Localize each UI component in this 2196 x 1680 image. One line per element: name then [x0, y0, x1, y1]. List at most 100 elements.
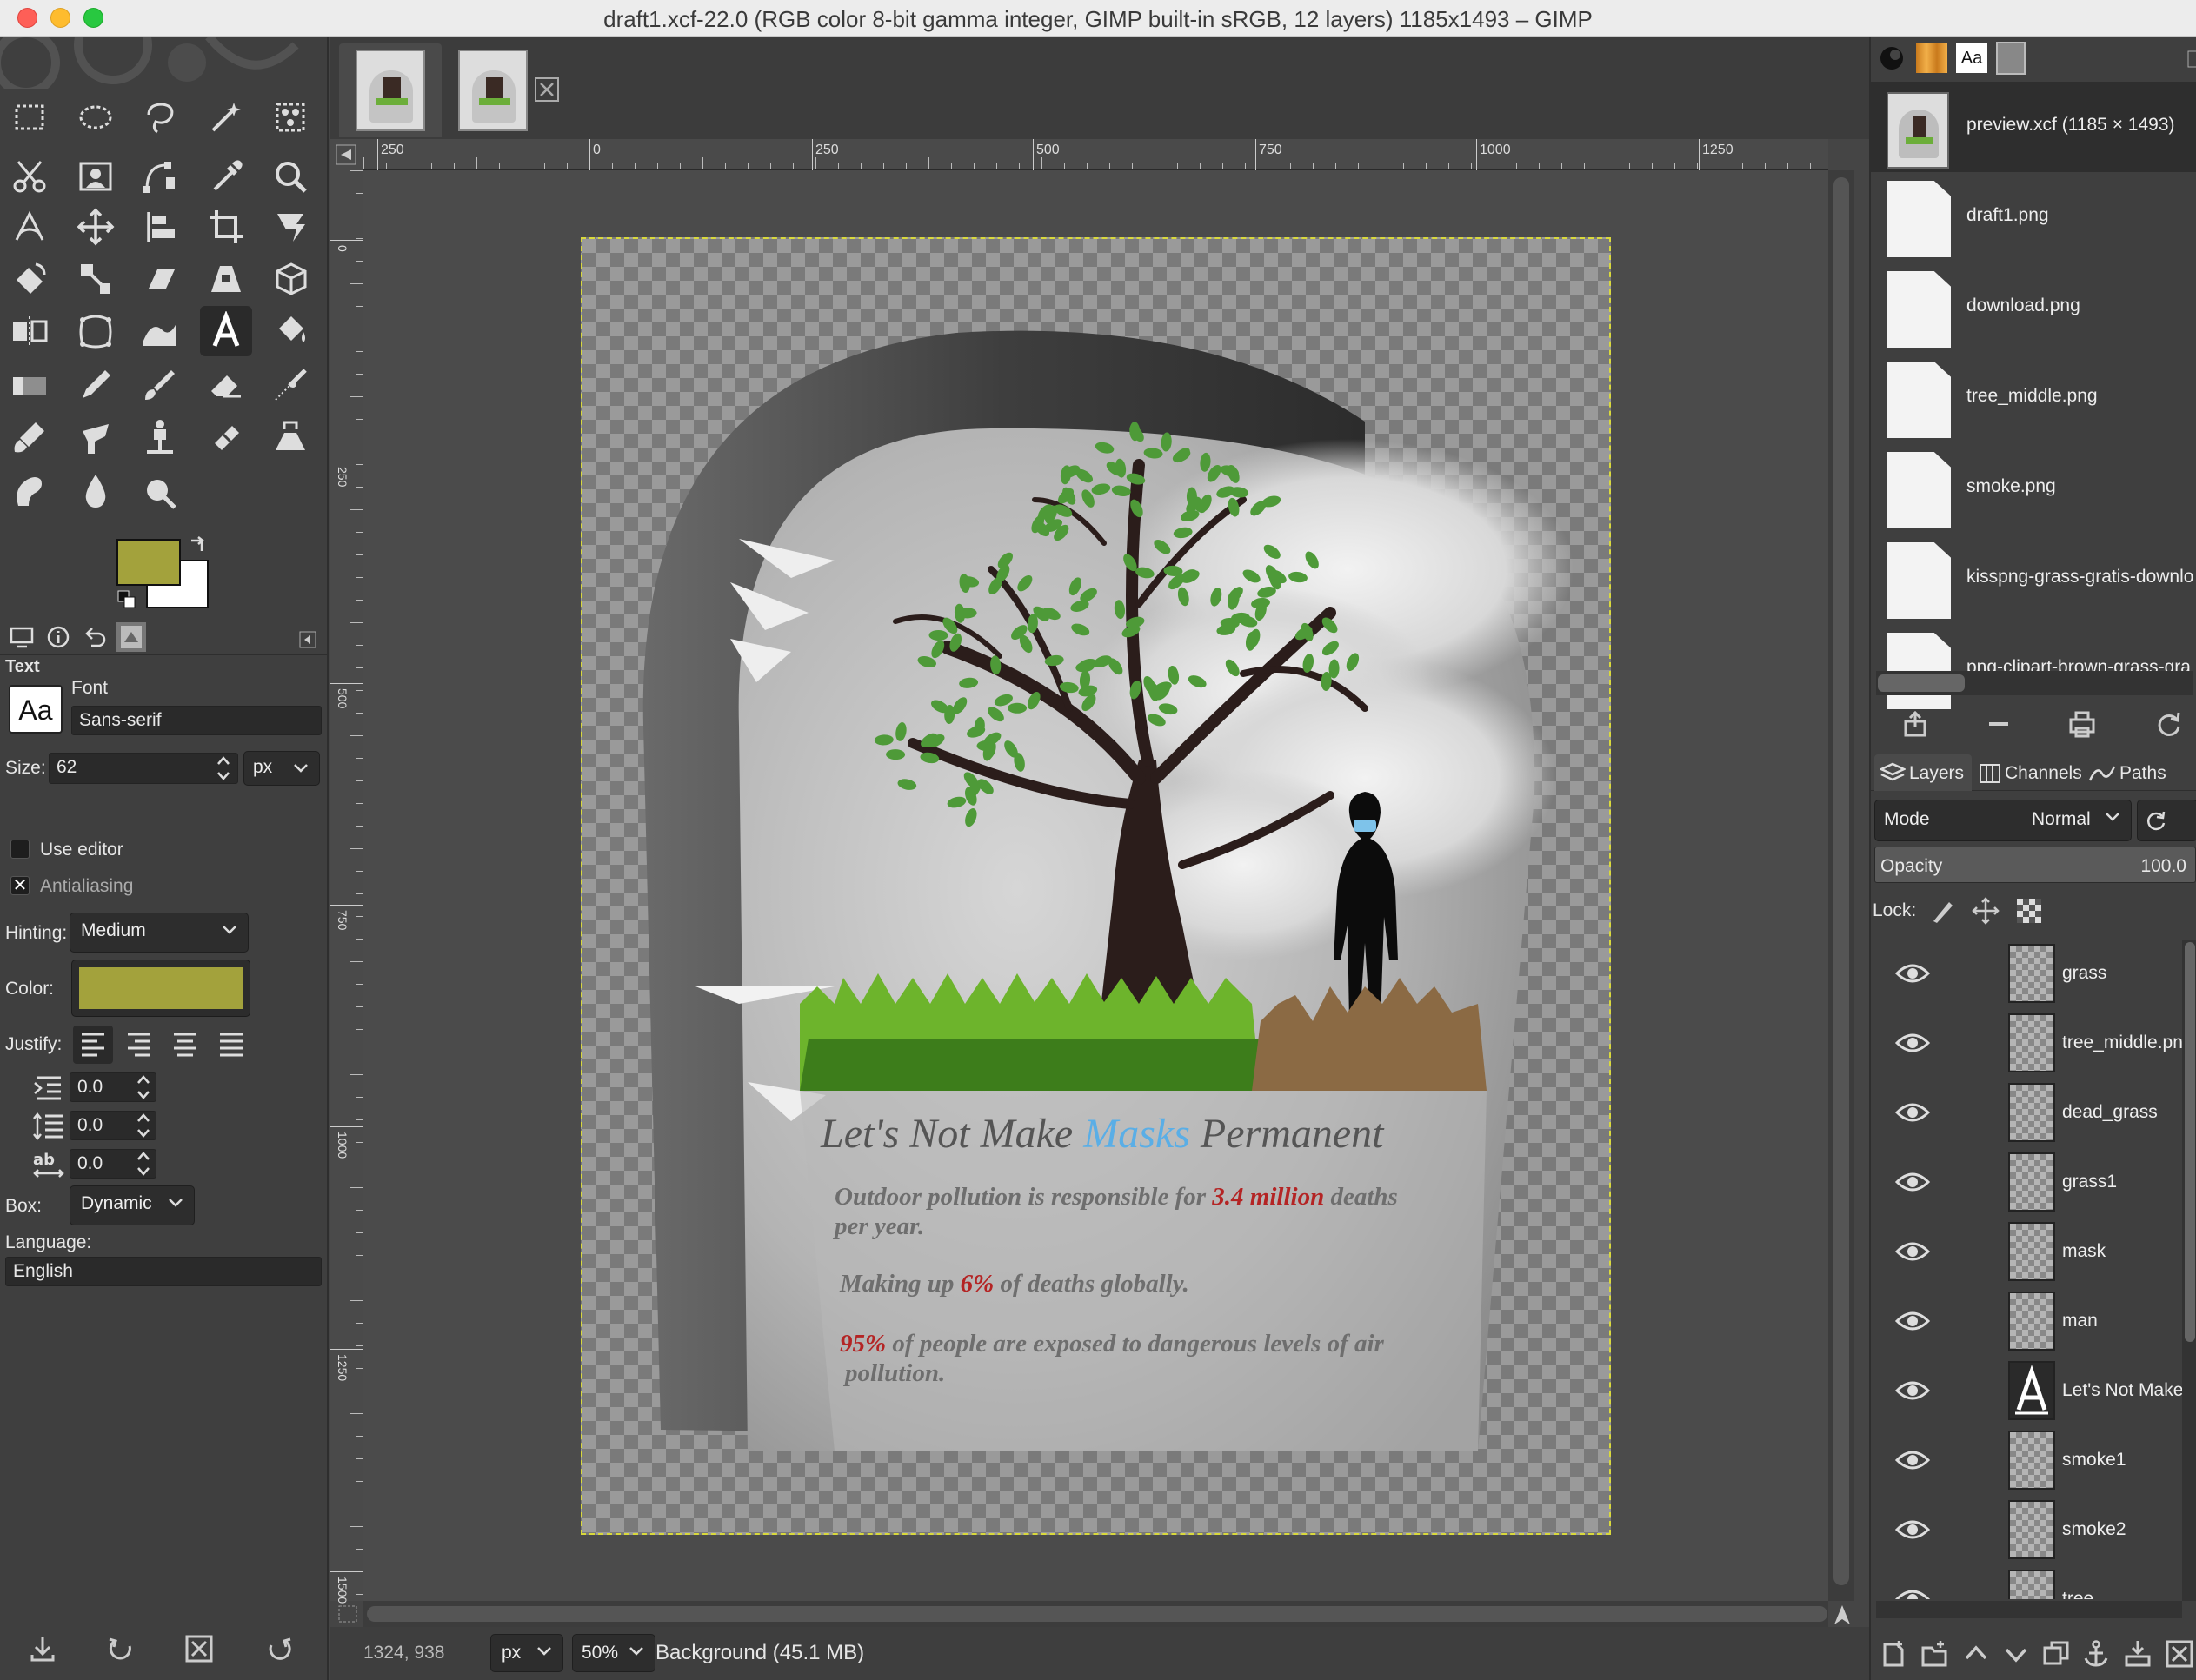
poster-paragraph-2[interactable]: Making up 6% of deaths globally. — [840, 1270, 1189, 1298]
tool-pencil-button[interactable] — [70, 360, 122, 410]
zoom-select[interactable]: 50% — [572, 1634, 655, 1672]
images-list-scrollbar[interactable] — [1876, 671, 2193, 695]
tool-text-button[interactable] — [200, 306, 252, 356]
tool-move-button[interactable] — [70, 202, 122, 252]
composite-mode-select[interactable] — [2137, 800, 2196, 841]
images-list-item[interactable]: tree_middle.png — [1871, 353, 2196, 443]
language-field[interactable]: English — [5, 1257, 322, 1286]
tool-3d-transform-button[interactable] — [264, 254, 316, 304]
images-list-item[interactable]: kisspng-grass-gratis-downlo — [1871, 534, 2196, 624]
letter-spacing-spinner[interactable] — [136, 1148, 151, 1179]
tab-brushes[interactable] — [1876, 43, 1907, 73]
text-color-button[interactable] — [71, 960, 250, 1017]
ruler-corner[interactable] — [330, 139, 363, 170]
tool-rect-select-button[interactable] — [3, 92, 56, 143]
tool-ink-button[interactable] — [3, 412, 56, 462]
justify-left-button[interactable] — [73, 1026, 113, 1064]
navigate-icon[interactable] — [1831, 1604, 1853, 1626]
tool-paintbrush-button[interactable] — [134, 360, 186, 410]
tab-undo-history[interactable] — [77, 622, 113, 652]
new-layer-button[interactable] — [1880, 1639, 1909, 1673]
lock-position-icon[interactable] — [1972, 897, 2000, 925]
dock-menu-icon[interactable] — [2187, 50, 2196, 68]
tool-heal-button[interactable] — [200, 412, 252, 462]
horizontal-scrollbar[interactable] — [363, 1601, 1828, 1627]
image-tab-preview[interactable] — [339, 43, 442, 137]
tool-free-select-button[interactable] — [134, 92, 186, 143]
images-list-scroll-thumb[interactable] — [1878, 674, 1965, 692]
tab-paths[interactable]: Paths — [2085, 754, 2189, 791]
tool-scale-button[interactable] — [70, 254, 122, 304]
justify-center-button[interactable] — [165, 1026, 205, 1064]
tool-align-button[interactable] — [134, 202, 186, 252]
close-image-button[interactable] — [1984, 709, 2013, 743]
unit-select[interactable]: px — [490, 1634, 563, 1672]
poster-paragraph-1[interactable]: Outdoor pollution is responsible for 3.4… — [835, 1182, 1398, 1241]
layer-mode-select[interactable]: Mode Normal — [1874, 800, 2132, 841]
tool-eraser-button[interactable] — [200, 360, 252, 410]
vertical-scroll-thumb[interactable] — [1833, 177, 1849, 1585]
layers-scrollbar[interactable] — [2182, 940, 2196, 1601]
tool-mypaint-button[interactable] — [70, 412, 122, 462]
antialiasing-checkbox[interactable]: ✕ — [10, 876, 30, 895]
tool-bucket-fill-button[interactable] — [264, 306, 316, 356]
box-select[interactable]: Dynamic — [70, 1185, 195, 1225]
eye-icon[interactable] — [1895, 1514, 1930, 1545]
layer-row[interactable]: mask — [1871, 1217, 2196, 1286]
tab-channels[interactable]: Channels — [1975, 754, 2083, 791]
tool-airbrush-button[interactable] — [264, 360, 316, 410]
delete-tool-preset-button[interactable] — [184, 1634, 214, 1668]
layer-row[interactable]: man — [1871, 1286, 2196, 1356]
justify-right-button[interactable] — [119, 1026, 159, 1064]
tool-paths-button[interactable] — [134, 151, 186, 202]
tool-rotate-button[interactable] — [3, 254, 56, 304]
tool-select-by-color-button[interactable] — [264, 92, 316, 143]
font-preview-button[interactable]: Aa — [9, 685, 63, 734]
poster-title[interactable]: Let's Not Make Masks Permanent — [821, 1110, 1384, 1158]
images-list-item[interactable]: download.png — [1871, 262, 2196, 353]
tool-shear-button[interactable] — [134, 254, 186, 304]
eye-icon[interactable] — [1895, 1375, 1930, 1406]
tool-warp-button[interactable] — [134, 306, 186, 356]
tool-unified-transform-button[interactable] — [264, 202, 316, 252]
layer-row[interactable]: grass1 — [1871, 1147, 2196, 1217]
tool-fuzzy-select-button[interactable] — [200, 92, 252, 143]
save-tool-preset-button[interactable] — [28, 1634, 57, 1668]
restore-tool-preset-button[interactable] — [106, 1634, 136, 1668]
tool-foreground-select-button[interactable] — [70, 151, 122, 202]
size-field[interactable]: 62 — [49, 753, 238, 784]
swap-colors-icon[interactable] — [188, 534, 209, 554]
tool-perspective-button[interactable] — [200, 254, 252, 304]
poster-paragraph-3[interactable]: 95% of people are exposed to dangerous l… — [840, 1329, 1384, 1388]
layer-row[interactable]: Let's Not Make — [1871, 1356, 2196, 1425]
layers-hscrollbar[interactable] — [1876, 1601, 2182, 1618]
vertical-ruler[interactable]: 0 250 500 750 1000 1250 1500 — [330, 170, 363, 1604]
layer-row[interactable]: grass — [1871, 939, 2196, 1008]
eye-icon[interactable] — [1895, 1027, 1930, 1059]
tab-device-status[interactable] — [40, 622, 77, 652]
hinting-select[interactable]: Medium — [70, 913, 249, 953]
anchor-layer-button[interactable] — [2081, 1639, 2111, 1673]
new-display-button[interactable] — [2067, 709, 2097, 743]
tool-smudge-button[interactable] — [3, 466, 56, 516]
tab-tool-options[interactable] — [3, 622, 40, 652]
font-field[interactable]: Sans-serif — [71, 706, 322, 735]
layers-scroll-thumb[interactable] — [2185, 942, 2195, 1342]
tool-perspective-clone-button[interactable] — [264, 412, 316, 462]
layer-row[interactable]: smoke2 — [1871, 1495, 2196, 1564]
tool-dodge-button[interactable] — [134, 466, 186, 516]
eye-icon[interactable] — [1895, 1166, 1930, 1198]
lock-pixels-icon[interactable] — [1928, 897, 1956, 925]
delete-layer-button[interactable] — [2165, 1639, 2194, 1673]
raise-view-button[interactable] — [1900, 709, 1930, 743]
raise-layer-button[interactable] — [1961, 1639, 1991, 1673]
eye-icon[interactable] — [1895, 1236, 1930, 1267]
reset-tool-options-button[interactable] — [264, 1634, 294, 1668]
size-spinner[interactable] — [216, 753, 231, 784]
indent-spinner[interactable] — [136, 1072, 151, 1103]
line-spacing-spinner[interactable] — [136, 1110, 151, 1141]
tab-images[interactable] — [116, 622, 146, 652]
toggle-quick-mask-icon[interactable] — [337, 1604, 358, 1624]
tab-layers[interactable]: Layers — [1874, 754, 1972, 791]
tool-gradient-button[interactable] — [3, 360, 56, 410]
